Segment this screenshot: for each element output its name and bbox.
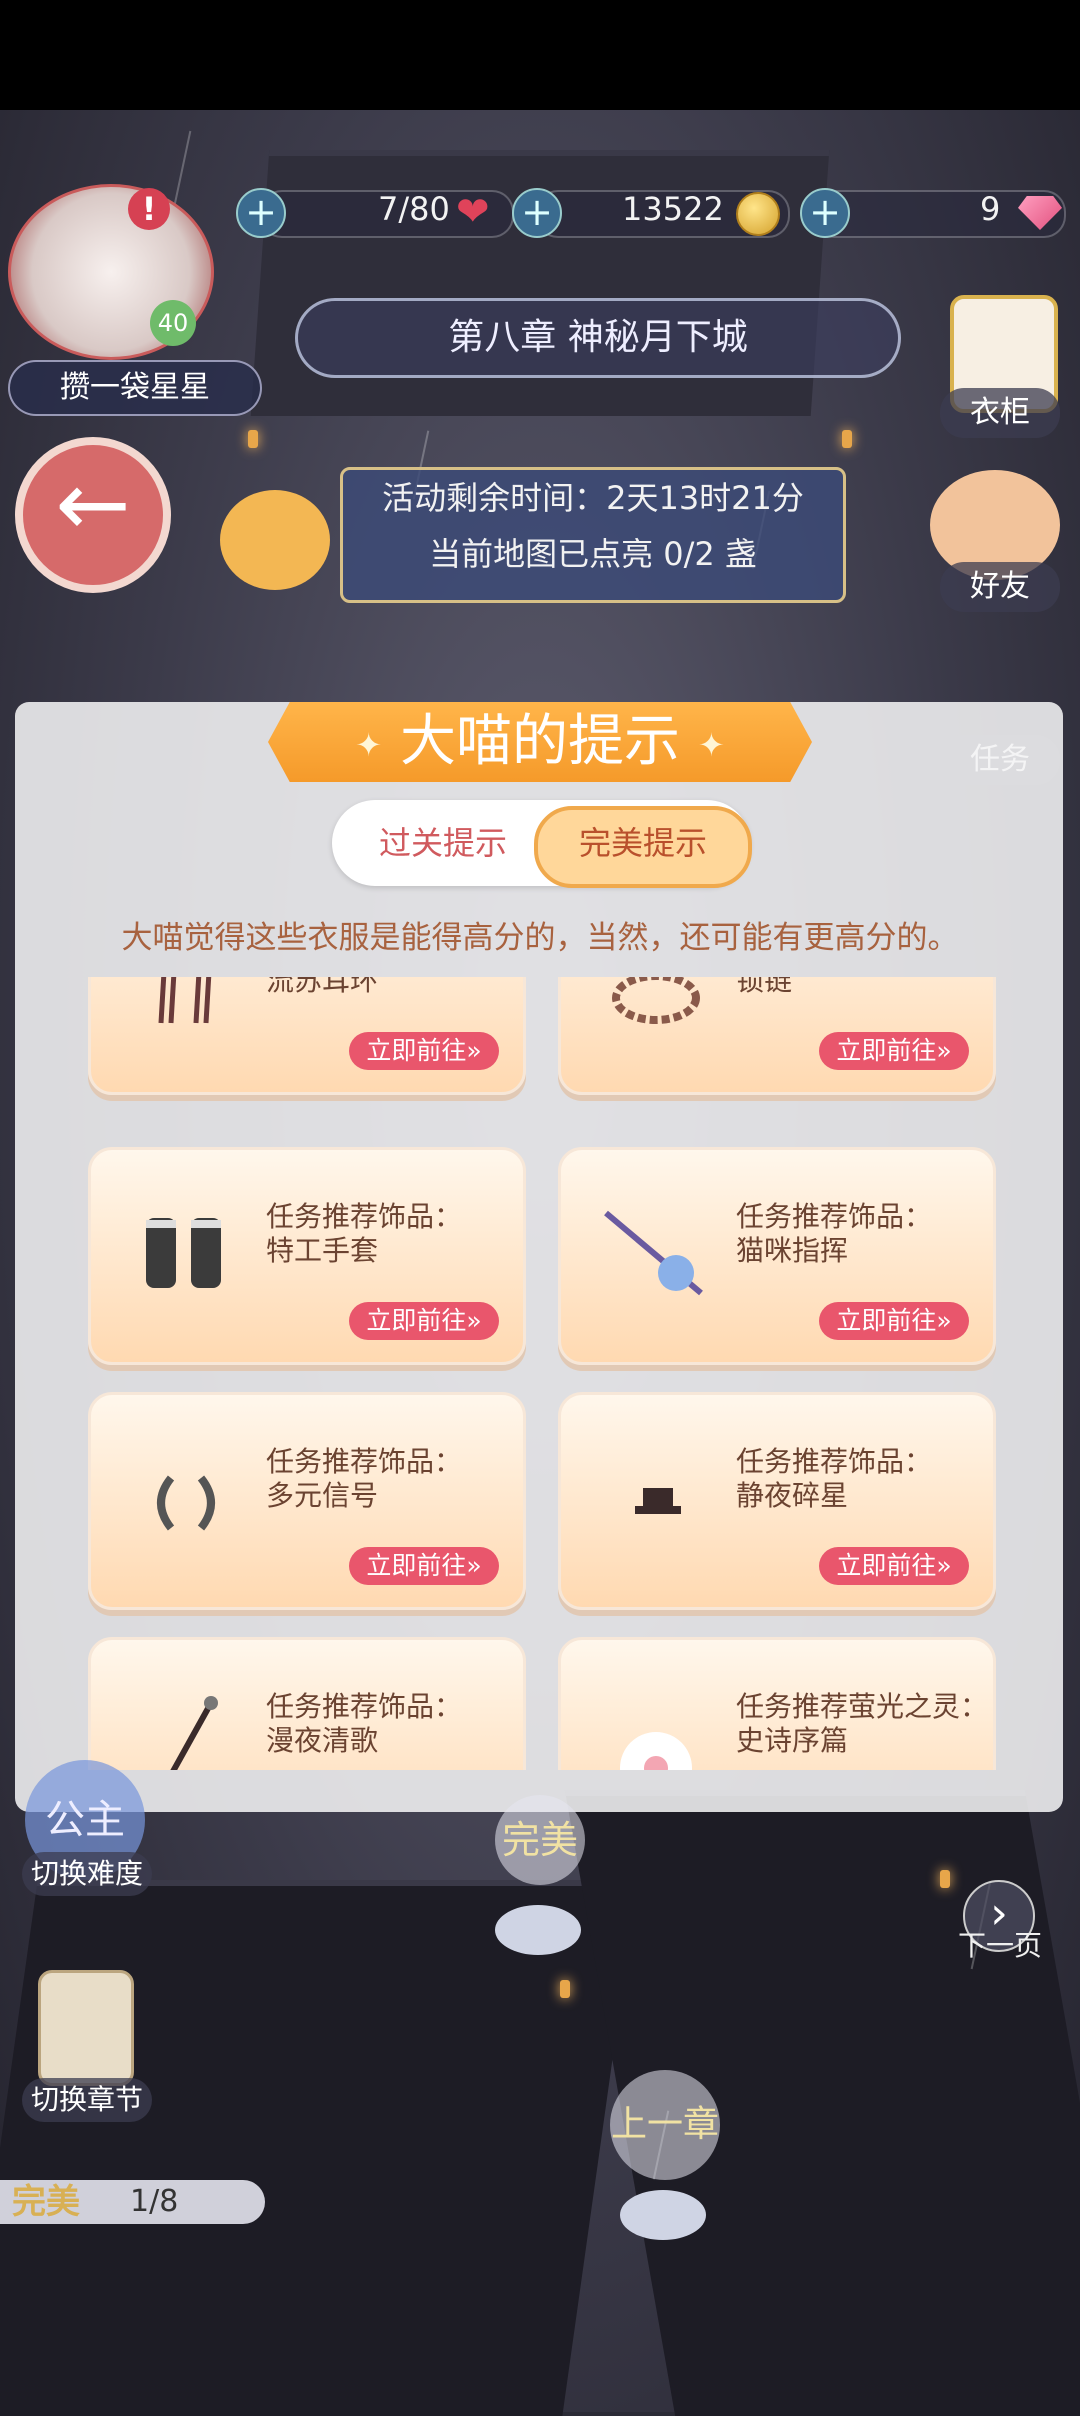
event-time-left: 活动剩余时间：2天13时21分 (382, 479, 804, 517)
card-label: 任务推荐饰品： 静夜碎星 (736, 1445, 933, 1512)
add-coins-button[interactable]: + (512, 188, 562, 238)
card-label: 任务推荐饰品： 特工手套 (266, 1200, 463, 1267)
lantern (940, 1870, 950, 1888)
level-badge: 40 (150, 300, 196, 346)
prev-chapter-node[interactable]: 上一章 (610, 2070, 720, 2180)
chapter-progress: 完美 1/8 (0, 2180, 265, 2224)
friends-label[interactable]: 好友 (940, 562, 1060, 612)
chapter-title: 第八章 神秘月下城 (295, 298, 901, 378)
progress-label: 完美 (12, 2182, 80, 2222)
lantern (560, 1980, 570, 1998)
stage-platform[interactable] (620, 2190, 706, 2240)
recommend-list[interactable]: 任务推荐饰品： 流苏耳环 立即前往» 任务推荐饰品： 锁链 立即前往» 任务推荐… (80, 977, 1000, 1770)
stage-platform[interactable] (495, 1905, 581, 1955)
card-label: 任务推荐饰品： 多元信号 (266, 1445, 463, 1512)
add-stamina-button[interactable]: + (236, 188, 286, 238)
alert-icon[interactable]: ! (128, 188, 170, 230)
perfect-stage-node[interactable]: 完美 (495, 1795, 585, 1885)
chain-icon (612, 977, 700, 1024)
event-info-box: 活动剩余时间：2天13时21分 当前地图已点亮 0/2 盏 (340, 467, 846, 603)
glove-icon (146, 1218, 221, 1288)
player-nickname[interactable]: 攒一袋星星 (8, 360, 262, 416)
gems-value: 9 (980, 190, 1001, 228)
recommend-card: 任务推荐饰品： 多元信号 立即前往» (88, 1392, 526, 1610)
lantern (842, 430, 852, 448)
scene-roof (0, 1880, 638, 2416)
back-button[interactable]: ← (15, 437, 171, 593)
lantern (248, 430, 258, 448)
recommend-card: 任务推荐饰品： 锁链 立即前往» (558, 977, 996, 1095)
recommend-card: 任务推荐饰品： 猫咪指挥 立即前往» (558, 1147, 996, 1365)
recommend-card: 任务推荐萤光之灵： 史诗序篇 (558, 1637, 996, 1770)
go-now-button[interactable]: 立即前往» (819, 1302, 969, 1340)
hat-icon (635, 1488, 681, 1514)
staff-icon (170, 1696, 218, 1770)
dialog-title: ✦ 大喵的提示 ✦ (268, 702, 812, 782)
signal-icon (157, 1475, 215, 1531)
card-label: 任务推荐饰品： 漫夜清歌 (266, 1690, 463, 1757)
stamina-value: 7/80 (378, 190, 450, 228)
recommend-card: 任务推荐饰品： 特工手套 立即前往» (88, 1147, 526, 1365)
card-label: 任务推荐萤光之灵： 史诗序篇 (736, 1690, 989, 1757)
go-now-button[interactable]: 立即前往» (819, 1547, 969, 1585)
cat-baton-icon (604, 1210, 703, 1296)
recommend-card: 任务推荐饰品： 静夜碎星 立即前往» (558, 1392, 996, 1610)
go-now-button[interactable]: 立即前往» (349, 1547, 499, 1585)
cat-mascot[interactable] (220, 490, 330, 590)
sprite-icon (620, 1732, 692, 1770)
hint-tabs: 过关提示 完美提示 (332, 800, 752, 888)
event-lanterns-lit: 当前地图已点亮 0/2 盏 (429, 535, 757, 573)
tab-perfect-hint[interactable]: 完美提示 (534, 806, 752, 888)
recommend-card: 任务推荐饰品： 流苏耳环 立即前往» (88, 977, 526, 1095)
recommend-card: 任务推荐饰品： 漫夜清歌 (88, 1637, 526, 1770)
tab-pass-hint[interactable]: 过关提示 (338, 806, 548, 880)
heart-icon: ❤ (456, 189, 490, 235)
add-gems-button[interactable]: + (800, 188, 850, 238)
switch-difficulty-label[interactable]: 切换难度 (22, 1852, 152, 1896)
card-label: 任务推荐饰品： 猫咪指挥 (736, 1200, 933, 1267)
switch-chapter-label[interactable]: 切换章节 (22, 2078, 152, 2122)
wardrobe-label[interactable]: 衣柜 (940, 388, 1060, 438)
next-page-label[interactable]: 下一页 (950, 1924, 1050, 1964)
card-label: 任务推荐饰品： 流苏耳环 (266, 977, 379, 997)
hint-message: 大喵觉得这些衣服是能得高分的，当然，还可能有更高分的。 (121, 920, 959, 956)
go-now-button[interactable]: 立即前往» (819, 1032, 969, 1070)
coins-value: 13522 (622, 190, 724, 228)
card-label: 任务推荐饰品： 锁链 (736, 977, 793, 997)
status-bar (0, 0, 1080, 110)
progress-value: 1/8 (130, 2184, 179, 2219)
tassel-earring-icon (158, 977, 212, 1024)
go-now-button[interactable]: 立即前往» (349, 1032, 499, 1070)
go-now-button[interactable]: 立即前往» (349, 1302, 499, 1340)
coin-icon (736, 192, 780, 236)
chapter-book-icon[interactable] (38, 1970, 134, 2086)
